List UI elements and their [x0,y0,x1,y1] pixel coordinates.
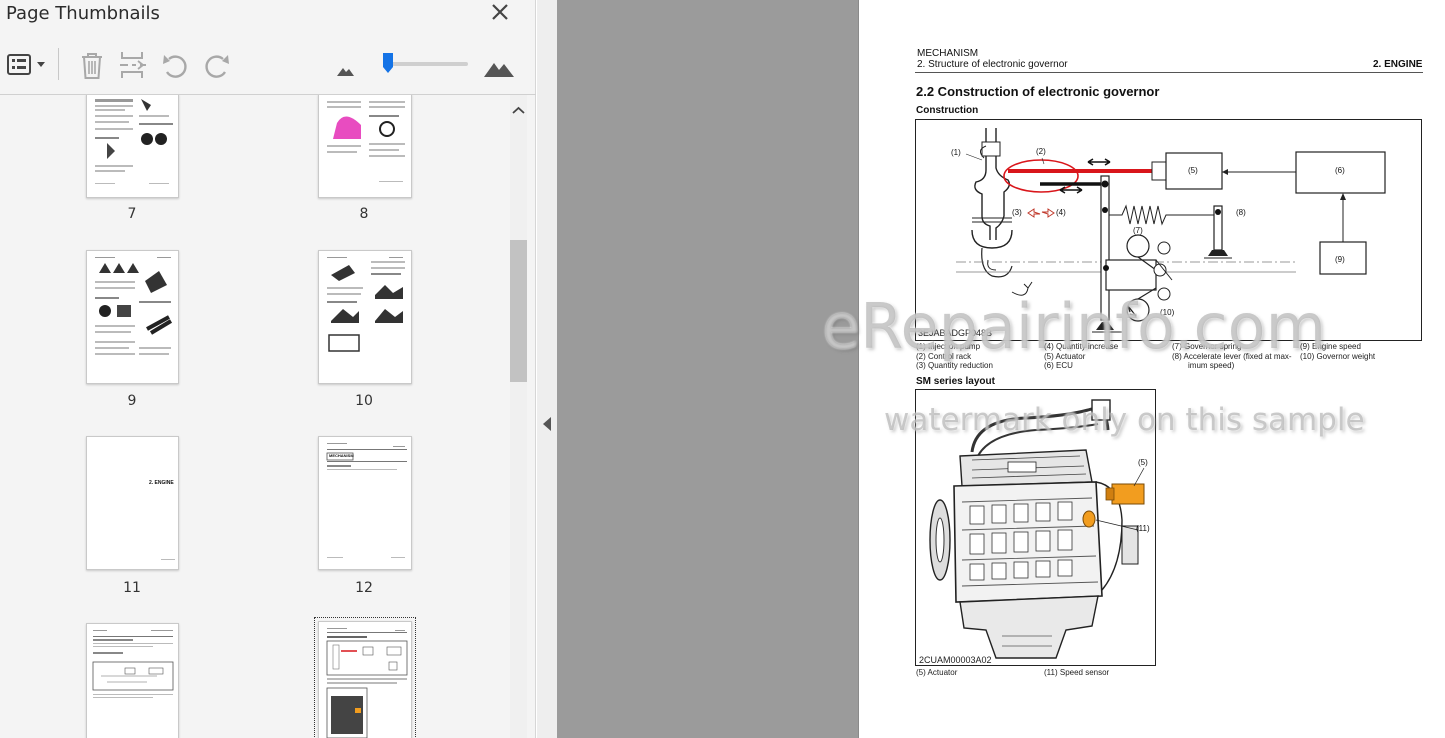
thumbnail-chapter-text: 2. ENGINE [149,480,174,486]
toolbar-separator [58,48,59,80]
small-mountain-icon [337,68,354,76]
thumbnail-page-8[interactable] [318,95,412,198]
callout-4: (4) [1056,208,1066,217]
page-preview [95,99,173,184]
thumbnail-label-7: 7 [127,206,137,222]
thumbnail-page-7[interactable] [86,95,179,198]
callout-3: (3) [1012,208,1022,217]
layout-heading: SM series layout [916,376,995,387]
callout-1: (1) [951,148,961,157]
thumbnail-page-12[interactable]: MECHANISM [318,436,412,570]
thumbnail-label-8: 8 [359,206,369,222]
running-header-subsection: 2. Structure of electronic governor [917,59,1068,70]
list-options-icon [7,54,45,75]
page-preview [326,628,408,738]
thumbnail-label-9: 9 [127,393,137,409]
page-preview [92,630,174,698]
insert-pages-button[interactable] [118,48,148,82]
page-thumbnails-panel: Page Thumbnails 7 8 9 10 2. ENGINE 11 ME… [0,0,536,738]
trash-icon [82,53,102,79]
page-preview [327,257,405,352]
header-rule [915,72,1423,73]
delete-pages-button[interactable] [78,48,106,82]
thumbnail-mechanism-text: MECHANISM [329,453,354,458]
slider-handle-icon [383,53,394,73]
running-header-chapter: 2. ENGINE [1373,59,1423,70]
watermark-text: eRepairinfo.com [822,290,1326,363]
engine-callout-11: (11) [1136,524,1150,533]
large-mountain-icon [484,63,514,77]
callout-8: (8) [1236,208,1246,217]
thumbnail-list: 7 8 9 10 2. ENGINE 11 MECHANISM 12 [0,95,510,738]
construction-heading: Construction [916,105,979,116]
panel-title: Page Thumbnails [6,3,160,24]
slider-thumb[interactable] [383,53,394,73]
zoom-in-thumbnails-button[interactable] [482,48,516,82]
thumbnail-label-12: 12 [355,580,373,596]
thumbnail-page-13[interactable] [86,623,179,738]
engine-legend-item: (11) Speed sensor [1044,668,1110,677]
scroll-up-button[interactable] [510,99,527,121]
panel-collapse-strip[interactable] [537,0,557,738]
page-edge [858,0,859,738]
rotate-counterclockwise-button[interactable] [160,48,190,82]
running-header-section: MECHANISM [917,48,979,59]
collapse-panel-button[interactable] [542,416,552,432]
close-panel-button[interactable] [487,0,513,26]
section-title: 2.2 Construction of electronic governor [916,84,1160,99]
watermark-subtext: watermark only on this sample [884,402,1365,438]
scrollbar-thumb[interactable] [510,240,527,382]
rotate-left-icon [163,55,187,78]
callout-9: (9) [1335,255,1345,264]
thumbnail-footer [161,559,175,560]
callout-2: (2) [1036,147,1046,156]
callout-7: (7) [1133,226,1143,235]
page-preview [95,257,173,355]
zoom-out-thumbnails-button[interactable] [334,48,356,82]
thumbnail-page-11[interactable]: 2. ENGINE [86,436,179,570]
thumbnail-page-14[interactable] [314,617,416,738]
rotate-right-icon [205,55,229,78]
close-icon [492,4,508,20]
thumbnail-page-9[interactable] [86,250,179,384]
rotate-clockwise-button[interactable] [202,48,232,82]
thumbnail-label-11: 11 [123,580,141,596]
thumbnail-label-10: 10 [355,393,373,409]
insert-page-icon [120,52,146,78]
thumbnail-page-10[interactable] [318,250,412,384]
callout-5: (5) [1188,166,1198,175]
engine-callout-5: (5) [1138,458,1148,467]
thumbnail-size-slider[interactable] [383,53,468,73]
options-menu-button[interactable] [6,48,48,82]
engine-figure-code: 2CUAM00003A02 [919,655,992,665]
pdf-viewer-window: Page Thumbnails 7 8 9 10 2. ENGINE 11 ME… [0,0,1445,738]
callout-6: (6) [1335,166,1345,175]
thumbnail-scrollbar[interactable] [510,95,527,738]
thumbnail-toolbar [0,44,536,88]
page-preview [327,101,405,182]
triangle-left-icon [543,417,551,431]
chevron-up-icon [512,106,525,114]
engine-legend-item: (5) Actuator [916,668,958,677]
